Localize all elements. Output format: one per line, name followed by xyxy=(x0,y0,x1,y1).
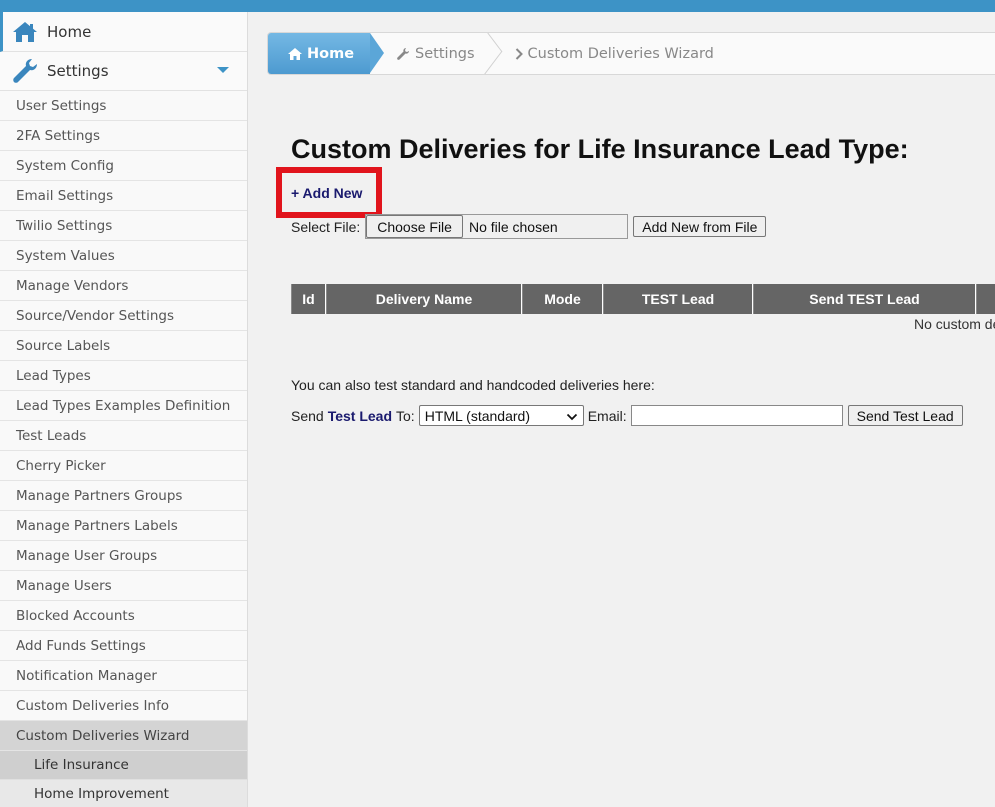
sidebar-item-manage-vendors[interactable]: Manage Vendors xyxy=(0,271,247,301)
sidebar-subitem-life-insurance[interactable]: Life Insurance xyxy=(0,751,247,780)
breadcrumb-current-label: Custom Deliveries Wizard xyxy=(527,45,714,62)
chevron-down-icon[interactable] xyxy=(217,67,229,73)
add-new-link[interactable]: + Add New xyxy=(291,185,362,201)
sidebar-item-label: Cherry Picker xyxy=(16,457,106,474)
sidebar-item-label: Home xyxy=(47,22,92,41)
breadcrumb-settings[interactable]: Settings xyxy=(370,33,488,74)
breadcrumb-settings-label: Settings xyxy=(415,45,475,62)
sidebar-item-cherry-picker[interactable]: Cherry Picker xyxy=(0,451,247,481)
sidebar-item-label: Twilio Settings xyxy=(16,217,113,234)
sidebar-item-label: System Values xyxy=(16,247,115,264)
sidebar-item-manage-partners-labels[interactable]: Manage Partners Labels xyxy=(0,511,247,541)
sidebar-item-email-settings[interactable]: Email Settings xyxy=(0,181,247,211)
to-label: To: xyxy=(396,407,415,424)
send-label: Send xyxy=(291,407,324,424)
empty-table-message: No custom de xyxy=(914,316,995,332)
delivery-type-value: HTML (standard) xyxy=(424,407,530,424)
sidebar: Home Settings User Settings 2FA Settings S… xyxy=(0,12,248,807)
column-header[interactable]: TEST Lead xyxy=(603,284,753,314)
home-icon xyxy=(10,18,40,46)
chevron-down-icon xyxy=(566,410,578,426)
sidebar-item-source-labels[interactable]: Source Labels xyxy=(0,331,247,361)
sidebar-item-manage-users[interactable]: Manage Users xyxy=(0,571,247,601)
file-input[interactable]: Choose File No file chosen xyxy=(365,214,629,239)
sidebar-item-label: Lead Types xyxy=(16,367,91,384)
sidebar-item-label: Manage Partners Groups xyxy=(16,487,183,504)
sidebar-item-settings[interactable]: Settings xyxy=(0,52,247,91)
sidebar-item-label: Notification Manager xyxy=(16,667,157,684)
sidebar-item-label: System Config xyxy=(16,157,114,174)
wrench-icon xyxy=(396,47,410,61)
sidebar-item-2fa-settings[interactable]: 2FA Settings xyxy=(0,121,247,151)
sidebar-item-twilio-settings[interactable]: Twilio Settings xyxy=(0,211,247,241)
sidebar-item-lead-types[interactable]: Lead Types xyxy=(0,361,247,391)
sidebar-item-home[interactable]: Home xyxy=(0,12,247,52)
sidebar-item-system-values[interactable]: System Values xyxy=(0,241,247,271)
test-lead-link[interactable]: Test Lead xyxy=(328,408,392,424)
sidebar-item-label: Lead Types Examples Definition xyxy=(16,397,231,414)
file-upload-row: Select File: Choose File No file chosen … xyxy=(291,214,767,239)
sidebar-item-system-config[interactable]: System Config xyxy=(0,151,247,181)
sidebar-item-label: Email Settings xyxy=(16,187,114,204)
sidebar-item-label: Manage Users xyxy=(16,577,112,594)
column-header[interactable]: Id xyxy=(291,284,326,314)
email-input[interactable] xyxy=(630,405,843,426)
wrench-icon xyxy=(10,57,40,85)
sidebar-item-blocked-accounts[interactable]: Blocked Accounts xyxy=(0,601,247,631)
breadcrumb-home[interactable]: Home xyxy=(268,33,385,74)
column-header[interactable]: Delivery Name xyxy=(326,284,522,314)
sidebar-item-label: Custom Deliveries Info xyxy=(16,697,169,714)
sidebar-item-label: Manage Partners Labels xyxy=(16,517,178,534)
chevron-right-icon xyxy=(515,47,523,60)
email-label: Email: xyxy=(587,407,627,424)
breadcrumb-home-label: Home xyxy=(307,45,355,62)
sidebar-item-add-funds-settings[interactable]: Add Funds Settings xyxy=(0,631,247,661)
delivery-type-select[interactable]: HTML (standard) xyxy=(418,405,584,426)
select-file-label: Select File: xyxy=(291,218,361,235)
sidebar-item-notification-manager[interactable]: Notification Manager xyxy=(0,661,247,691)
deliveries-table-header: Id Delivery Name Mode TEST Lead Send TES… xyxy=(291,284,995,314)
sidebar-item-label: Manage Vendors xyxy=(16,277,129,294)
breadcrumb-current: Custom Deliveries Wizard xyxy=(489,33,728,74)
sidebar-item-manage-partners-groups[interactable]: Manage Partners Groups xyxy=(0,481,247,511)
column-header[interactable] xyxy=(976,284,995,314)
sidebar-subitem-home-improvement[interactable]: Home Improvement xyxy=(0,780,247,807)
sidebar-item-custom-deliveries-info[interactable]: Custom Deliveries Info xyxy=(0,691,247,721)
sidebar-item-label: 2FA Settings xyxy=(16,127,101,144)
sidebar-item-label: Source/Vendor Settings xyxy=(16,307,175,324)
sidebar-subitem-label: Home Improvement xyxy=(34,786,169,802)
column-header[interactable]: Mode xyxy=(522,284,603,314)
sidebar-item-label: Manage User Groups xyxy=(16,547,158,564)
sidebar-item-label: Source Labels xyxy=(16,337,111,354)
sidebar-item-label: Custom Deliveries Wizard xyxy=(16,727,190,744)
sidebar-subitem-label: Life Insurance xyxy=(34,757,129,773)
breadcrumb: Home Settings Custom Deliveries Wizard xyxy=(267,32,995,75)
page-title: Custom Deliveries for Life Insurance Lea… xyxy=(291,134,909,164)
home-icon xyxy=(288,47,302,60)
sidebar-item-label: Test Leads xyxy=(16,427,87,444)
sidebar-item-source-vendor-settings[interactable]: Source/Vendor Settings xyxy=(0,301,247,331)
sidebar-item-label: User Settings xyxy=(16,97,107,114)
sidebar-item-custom-deliveries-wizard[interactable]: Custom Deliveries Wizard xyxy=(0,721,247,751)
send-test-row: Send Test Lead To: HTML (standard) Email… xyxy=(291,405,963,426)
sidebar-item-label: Add Funds Settings xyxy=(16,637,146,654)
add-new-from-file-button[interactable]: Add New from File xyxy=(633,216,767,237)
info-text: You can also test standard and handcoded… xyxy=(291,377,655,393)
sidebar-item-test-leads[interactable]: Test Leads xyxy=(0,421,247,451)
file-status: No file chosen xyxy=(468,218,558,235)
send-test-lead-button[interactable]: Send Test Lead xyxy=(847,405,963,426)
sidebar-item-manage-user-groups[interactable]: Manage User Groups xyxy=(0,541,247,571)
sidebar-item-lead-types-examples-definition[interactable]: Lead Types Examples Definition xyxy=(0,391,247,421)
column-header[interactable]: Send TEST Lead xyxy=(753,284,976,314)
top-bar xyxy=(0,0,995,12)
sidebar-item-user-settings[interactable]: User Settings xyxy=(0,91,247,121)
sidebar-item-label: Blocked Accounts xyxy=(16,607,135,624)
sidebar-item-label: Settings xyxy=(47,62,109,80)
choose-file-button[interactable]: Choose File xyxy=(366,215,463,238)
